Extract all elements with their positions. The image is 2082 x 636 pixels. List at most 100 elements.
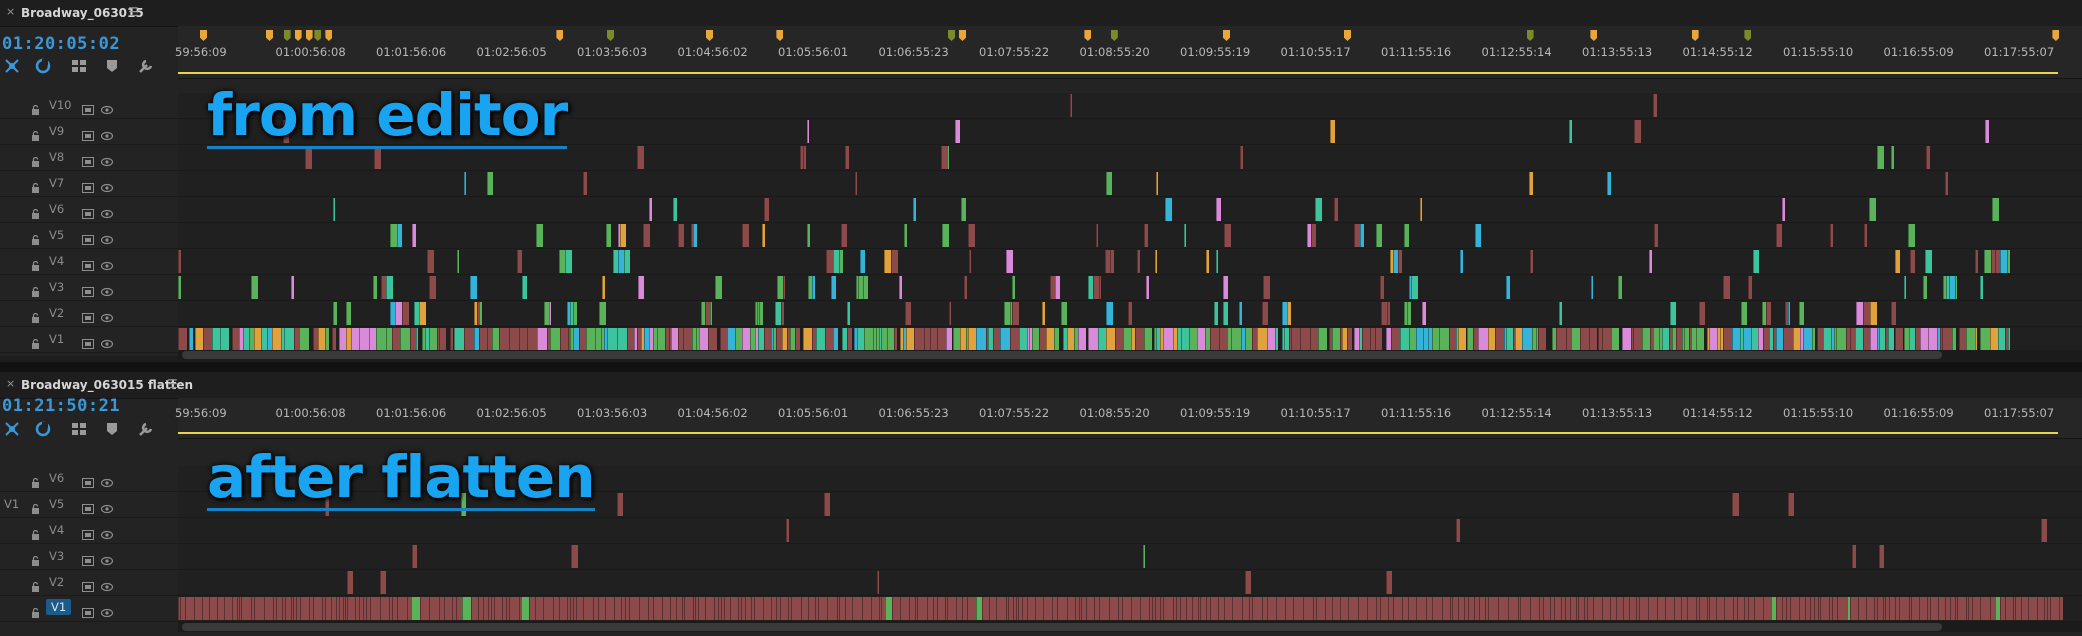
timeline-clip[interactable] <box>1709 597 1716 620</box>
timeline-clip[interactable] <box>1803 328 1812 351</box>
timeline-clip[interactable] <box>1942 328 1952 351</box>
timeline-clip[interactable] <box>1300 328 1310 351</box>
timeline-clip[interactable] <box>1754 597 1763 620</box>
timeline-clip[interactable] <box>1904 276 1906 299</box>
timeline-clip[interactable] <box>1980 328 1990 351</box>
timeline-clip[interactable] <box>1674 597 1681 620</box>
timeline-clip[interactable] <box>899 276 902 299</box>
eye-icon[interactable] <box>100 126 114 141</box>
timeline-clip[interactable] <box>683 328 692 351</box>
timeline-clip[interactable] <box>989 597 996 620</box>
timeline-clip[interactable] <box>1099 276 1101 299</box>
timeline-clip[interactable] <box>1078 328 1086 351</box>
timeline-clip[interactable] <box>1422 302 1426 325</box>
timeline-clip[interactable] <box>1110 250 1114 273</box>
timeline-clip[interactable] <box>522 276 527 299</box>
timeline-clip[interactable] <box>1488 597 1498 620</box>
timeline-clip[interactable] <box>1122 597 1131 620</box>
timeline-clip[interactable] <box>1530 597 1539 620</box>
timeline-clip[interactable] <box>1662 328 1669 351</box>
playhead-timecode[interactable]: 01:21:50:21 <box>2 396 120 416</box>
timeline-clip[interactable] <box>887 328 894 351</box>
timeline-clip[interactable] <box>857 328 864 351</box>
timeline-clip[interactable] <box>930 328 937 351</box>
timeline-clip[interactable] <box>1870 302 1877 325</box>
timeline-clip[interactable] <box>1411 276 1418 299</box>
sequence-marker[interactable] <box>706 30 713 41</box>
timeline-clip[interactable] <box>1724 597 1733 620</box>
timeline-clip[interactable] <box>1753 250 1759 273</box>
timeline-clip[interactable] <box>1622 328 1631 351</box>
panel-tab[interactable]: × Broadway_063015 ☰ <box>0 0 2082 27</box>
horizontal-scrollbar[interactable] <box>178 350 2082 360</box>
timeline-clip[interactable] <box>906 328 914 351</box>
timeline-clip[interactable] <box>1709 328 1717 351</box>
timeline-clip[interactable] <box>1908 224 1915 247</box>
timeline-clip[interactable] <box>607 328 617 351</box>
timeline-clip[interactable] <box>487 172 493 195</box>
toggle-output-icon[interactable] <box>82 551 94 566</box>
timeline-clip[interactable] <box>1325 597 1332 620</box>
timeline-clip[interactable] <box>1696 328 1704 351</box>
timeline-clip[interactable] <box>2008 328 2010 351</box>
lock-icon[interactable] <box>31 100 40 115</box>
eye-icon[interactable] <box>100 256 114 271</box>
timeline-clip[interactable] <box>1010 328 1019 351</box>
timeline-clip[interactable] <box>1263 276 1270 299</box>
timeline-clip[interactable] <box>429 276 436 299</box>
timeline-clip[interactable] <box>565 250 572 273</box>
track-name[interactable]: V9 <box>49 124 64 138</box>
horizontal-scrollbar[interactable] <box>178 622 2082 632</box>
timeline-clip[interactable] <box>300 597 309 620</box>
lock-icon[interactable] <box>31 551 40 566</box>
timeline-clip[interactable] <box>299 328 309 351</box>
timeline-clip[interactable] <box>1529 172 1533 195</box>
toggle-output-icon[interactable] <box>82 282 94 297</box>
timeline-clip[interactable] <box>318 328 325 351</box>
sequence-marker[interactable] <box>305 30 313 41</box>
timeline-clip[interactable] <box>1877 146 1884 169</box>
timeline-clip[interactable] <box>1866 597 1874 620</box>
timeline-clip[interactable] <box>1475 224 1481 247</box>
toggle-output-icon[interactable] <box>82 334 94 349</box>
timeline-clip[interactable] <box>803 146 806 169</box>
timeline-clip[interactable] <box>781 302 784 325</box>
timeline-clip[interactable] <box>620 224 626 247</box>
toggle-output-icon[interactable] <box>82 525 94 540</box>
timeline-clip[interactable] <box>1165 198 1172 221</box>
timeline-clip[interactable] <box>937 328 946 351</box>
timeline-clip[interactable] <box>831 276 836 299</box>
track-header[interactable]: V1 <box>0 596 178 622</box>
timeline-clip[interactable] <box>537 328 547 351</box>
timeline-clip[interactable] <box>1984 250 1991 273</box>
timeline-clip[interactable] <box>284 328 294 351</box>
eye-icon[interactable] <box>100 282 114 297</box>
timeline-clip[interactable] <box>492 328 499 351</box>
lock-icon[interactable] <box>31 204 40 219</box>
timeline-clip[interactable] <box>1919 597 1927 620</box>
timeline-clip[interactable] <box>862 597 871 620</box>
timeline-clip[interactable] <box>1214 302 1218 325</box>
timeline-clip[interactable] <box>1793 328 1800 351</box>
sequence-marker[interactable] <box>314 30 322 41</box>
timeline-clip[interactable] <box>494 597 502 620</box>
timeline-clip[interactable] <box>347 571 353 594</box>
timeline-clip[interactable] <box>1456 519 1460 542</box>
timeline-clip[interactable] <box>1210 597 1218 620</box>
timeline-clip[interactable] <box>178 328 187 351</box>
timeline-clip[interactable] <box>1128 302 1132 325</box>
eye-icon[interactable] <box>100 473 114 488</box>
timeline-clip[interactable] <box>1367 597 1376 620</box>
track-lane[interactable] <box>178 301 2082 327</box>
timeline-clip[interactable] <box>1975 328 1977 351</box>
track-header[interactable]: V9 <box>0 119 178 145</box>
track-header[interactable]: V1 V5 <box>0 492 178 518</box>
timeline-clip[interactable] <box>209 597 217 620</box>
timeline-clip[interactable] <box>1923 276 1927 299</box>
source-patch[interactable]: V1 <box>4 497 19 511</box>
timeline-clip[interactable] <box>735 328 742 351</box>
timeline-clip[interactable] <box>1569 120 1572 143</box>
toggle-output-icon[interactable] <box>82 230 94 245</box>
timeline-clip[interactable] <box>1530 250 1533 273</box>
timeline-clip[interactable] <box>1654 224 1658 247</box>
